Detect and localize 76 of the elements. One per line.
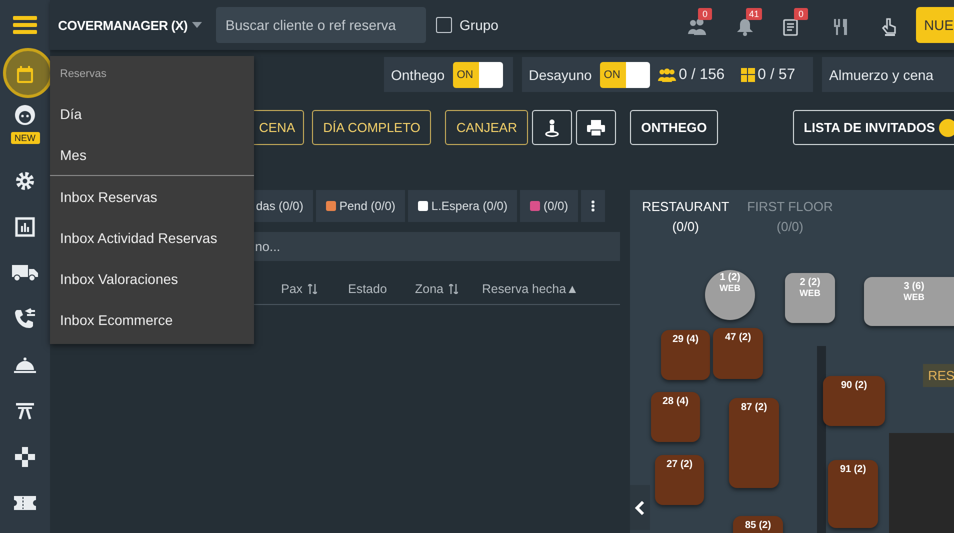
checkbox[interactable] [436, 17, 452, 33]
table-source: WEB [904, 292, 924, 302]
filter-tab[interactable]: L.Espera (0/0) [408, 190, 518, 222]
new-badge: NEW [10, 132, 40, 144]
table-source: WEB [720, 283, 740, 293]
chart-icon[interactable] [15, 217, 35, 237]
table-shape[interactable]: 47 (2) [713, 328, 763, 379]
table-shape[interactable]: 91 (2) [828, 460, 878, 528]
more-icon[interactable] [581, 190, 606, 222]
table-label: 91 (2) [840, 465, 866, 475]
table-icon[interactable] [15, 401, 35, 421]
toggle-switch[interactable]: ON [600, 62, 650, 88]
table-label: 27 (2) [666, 460, 693, 470]
shift-button[interactable]: DÍA COMPLETO [312, 110, 432, 145]
menu-item[interactable]: Inbox Valoraciones [50, 258, 254, 299]
table-shape[interactable]: 90 (2) [823, 376, 885, 426]
table-label: 47 (2) [724, 333, 752, 343]
people-icon [658, 68, 676, 82]
table-source: WEB [800, 288, 820, 298]
people-icon[interactable] [687, 18, 707, 36]
table-label: 1 (2) [720, 273, 740, 283]
new-button[interactable]: NUE [916, 7, 954, 43]
caret-icon [192, 22, 202, 28]
search-field[interactable]: Buscar cliente o ref reserva [216, 7, 426, 43]
menu-item[interactable]: Inbox Ecommerce [50, 299, 254, 340]
settings-icon[interactable] [14, 170, 36, 192]
checkbox-label: Grupo [460, 17, 498, 33]
sort-icon[interactable] [448, 284, 458, 294]
calendar-icon[interactable] [15, 65, 35, 85]
table-shape[interactable]: 85 (2) [733, 516, 783, 533]
zone-tag: RES [923, 364, 954, 387]
count-badge: 0 [698, 8, 712, 20]
table-label: 28 (4) [662, 397, 689, 407]
cutlery-icon[interactable] [834, 18, 848, 36]
hand-pointer-icon[interactable] [881, 17, 897, 37]
bell-icon[interactable] [736, 18, 754, 36]
phone-icon[interactable] [14, 308, 36, 330]
print-icon[interactable] [576, 110, 616, 145]
table-label: 87 (2) [740, 403, 768, 413]
column-header[interactable]: Reserva hecha▲ [482, 281, 578, 297]
table-label: 90 (2) [840, 381, 868, 391]
service-name: Almuerzo y cena [829, 66, 934, 82]
person-icon[interactable] [532, 110, 572, 145]
table-label: 29 (4) [672, 335, 699, 345]
tables-count: 0 / 57 [758, 66, 796, 83]
filter-tab[interactable]: (0/0) [520, 190, 578, 222]
venue-dropdown[interactable]: COVERMANAGER (X) [50, 18, 202, 32]
table-shape[interactable]: 28 (4) [651, 392, 700, 442]
service-name: Desayuno [528, 66, 592, 82]
menu-header: Reservas [59, 67, 108, 82]
table-shape[interactable]: 87 (2) [729, 398, 779, 488]
face-icon[interactable] [14, 104, 36, 126]
floor-tab[interactable]: RESTAURANT (0/0) [636, 197, 736, 237]
puzzle-icon[interactable] [14, 446, 36, 468]
count-badge: 41 [746, 8, 762, 20]
column-header[interactable]: Pax [281, 281, 303, 297]
action-button[interactable]: LISTA DE INVITADOS [792, 110, 954, 145]
table-label: 85 (2) [744, 521, 772, 531]
cloche-icon[interactable] [13, 356, 37, 374]
table-shape[interactable]: 27 (2) [655, 455, 704, 505]
toggle-switch[interactable]: ON [452, 62, 503, 88]
column-header[interactable]: Estado [348, 281, 387, 297]
table-label: 3 (6) [904, 282, 924, 292]
count-badge: 0 [794, 8, 808, 20]
tables-icon [740, 68, 755, 82]
ticket-icon[interactable] [14, 496, 36, 510]
table-shape[interactable]: 29 (4) [661, 330, 710, 380]
service-name: Onthego [391, 66, 445, 82]
column-header[interactable]: Zona [415, 281, 444, 297]
filter-tab[interactable]: Pend (0/0) [316, 190, 406, 222]
shift-button[interactable]: CANJEAR [445, 110, 528, 145]
truck-icon[interactable] [12, 264, 38, 282]
table-label: 2 (2) [800, 278, 820, 288]
sort-icon[interactable] [308, 284, 317, 294]
pax-count: 0 / 156 [678, 66, 725, 83]
action-button[interactable]: ONTHEGO [630, 110, 718, 145]
